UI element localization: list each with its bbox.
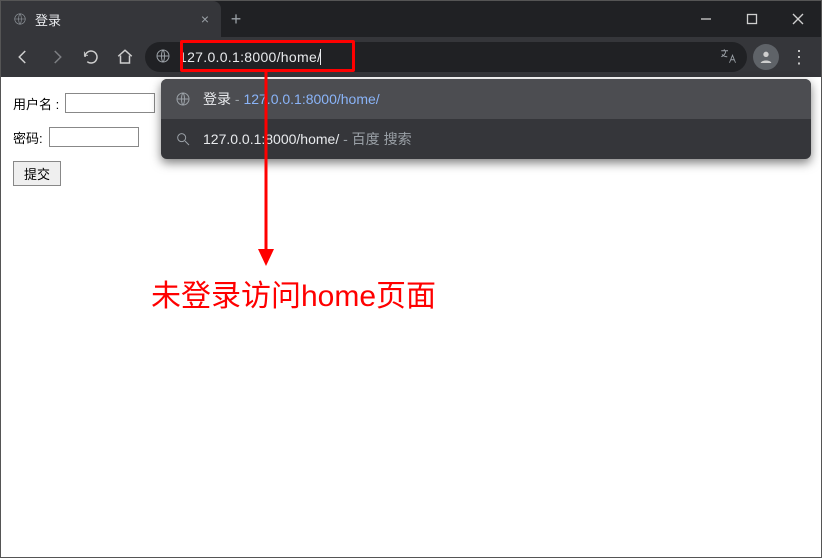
- toolbar: 127.0.0.1:8000/home/ ⋮: [1, 37, 821, 77]
- tab-title: 登录: [35, 10, 193, 29]
- translate-icon[interactable]: [719, 47, 737, 68]
- close-tab-icon[interactable]: ×: [201, 12, 209, 26]
- reload-button[interactable]: [77, 43, 105, 71]
- address-bar[interactable]: 127.0.0.1:8000/home/: [145, 42, 747, 72]
- forward-button[interactable]: [43, 43, 71, 71]
- password-input[interactable]: [49, 127, 139, 147]
- password-label: 密码:: [13, 128, 43, 147]
- window-controls: [683, 1, 821, 37]
- window-close-button[interactable]: [775, 1, 821, 37]
- browser-menu-button[interactable]: ⋮: [785, 47, 813, 68]
- window-minimize-button[interactable]: [683, 1, 729, 37]
- profile-button[interactable]: [753, 44, 779, 70]
- browser-tab[interactable]: 登录 ×: [1, 1, 221, 37]
- search-icon: [175, 131, 191, 147]
- site-info-icon[interactable]: [155, 48, 171, 67]
- back-button[interactable]: [9, 43, 37, 71]
- titlebar: 登录 × +: [1, 1, 821, 37]
- new-tab-button[interactable]: +: [221, 1, 251, 37]
- suggestion-text: 127.0.0.1:8000/home/ - 百度 搜索: [203, 129, 412, 149]
- suggestion-item[interactable]: 登录 - 127.0.0.1:8000/home/: [161, 79, 811, 119]
- home-button[interactable]: [111, 43, 139, 71]
- window-maximize-button[interactable]: [729, 1, 775, 37]
- annotation-text: 未登录访问home页面: [151, 271, 436, 315]
- suggestion-item[interactable]: 127.0.0.1:8000/home/ - 百度 搜索: [161, 119, 811, 159]
- username-label: 用户名 :: [13, 94, 59, 113]
- submit-button[interactable]: 提交: [13, 161, 61, 186]
- omnibox-suggestions: 登录 - 127.0.0.1:8000/home/ 127.0.0.1:8000…: [161, 79, 811, 159]
- url-text: 127.0.0.1:8000/home/: [179, 49, 711, 65]
- globe-icon: [175, 91, 191, 107]
- globe-icon: [13, 12, 27, 26]
- suggestion-text: 登录 - 127.0.0.1:8000/home/: [203, 89, 380, 109]
- username-input[interactable]: [65, 93, 155, 113]
